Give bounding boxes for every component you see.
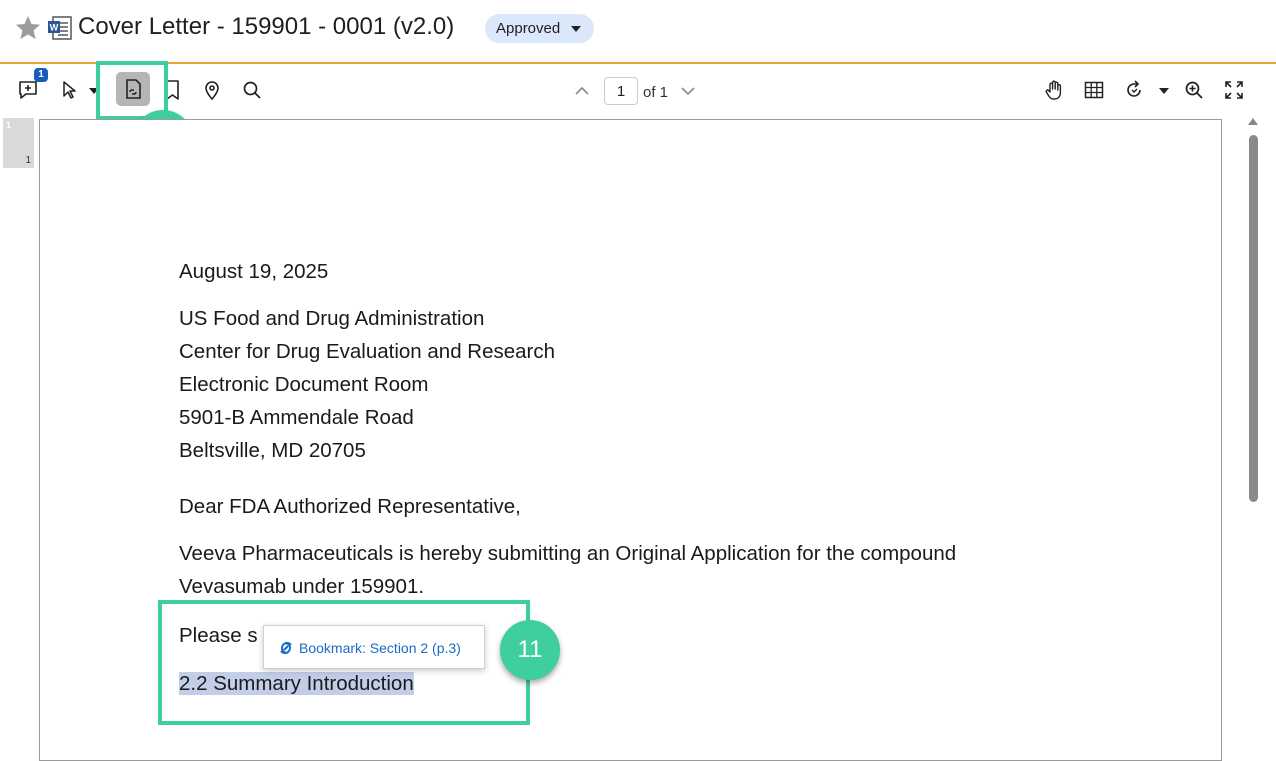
address-line: Center for Drug Evaluation and Research xyxy=(179,340,556,363)
next-page-button[interactable] xyxy=(680,84,696,102)
word-document-icon: W xyxy=(47,15,73,41)
highlight-link-region xyxy=(158,600,530,725)
favorite-star-icon[interactable] xyxy=(14,14,42,42)
page-thumbnail[interactable]: 1 1 xyxy=(3,118,34,168)
chevron-down-icon xyxy=(571,26,582,32)
notification-badge: 1 xyxy=(34,68,48,82)
previous-page-button[interactable] xyxy=(574,84,590,102)
hand-pan-icon[interactable] xyxy=(1042,78,1066,102)
document-title: Cover Letter - 159901 - 0001 (v2.0) xyxy=(78,13,455,40)
document-header: W Cover Letter - 159901 - 0001 (v2.0) Ap… xyxy=(0,0,1276,64)
status-badge[interactable]: Approved xyxy=(485,14,595,43)
vertical-scrollbar[interactable] xyxy=(1249,135,1258,502)
address-line: Beltsville, MD 20705 xyxy=(179,439,366,462)
thumbnail-label: 1 xyxy=(6,120,12,130)
address-line: US Food and Drug Administration xyxy=(179,307,485,330)
address-line: Electronic Document Room xyxy=(179,373,429,396)
letter-salutation: Dear FDA Authorized Representative, xyxy=(179,495,521,518)
search-icon[interactable] xyxy=(240,78,264,102)
rotate-dropdown-caret[interactable] xyxy=(1152,78,1169,102)
thumbnail-page-number: 1 xyxy=(25,155,31,166)
rotate-icon[interactable] xyxy=(1122,78,1146,102)
status-label: Approved xyxy=(496,20,561,37)
callout-marker-11: 11 xyxy=(500,620,560,680)
page-count-label: of 1 xyxy=(643,84,669,101)
body-paragraph-line: Veeva Pharmaceuticals is hereby submitti… xyxy=(179,542,957,565)
grid-icon[interactable] xyxy=(1082,78,1106,102)
page-number-input[interactable]: 1 xyxy=(604,77,638,105)
svg-text:W: W xyxy=(50,23,59,33)
address-line: 5901-B Ammendale Road xyxy=(179,406,414,429)
body-paragraph-line: Vevasumab under 159901. xyxy=(179,575,425,598)
zoom-in-icon[interactable] xyxy=(1182,78,1206,102)
select-cursor-icon[interactable] xyxy=(58,78,82,102)
scroll-up-arrow[interactable] xyxy=(1248,118,1258,125)
viewer-toolbar: 1 1 of 1 xyxy=(0,64,1276,116)
location-pin-icon[interactable] xyxy=(200,78,224,102)
letter-date: August 19, 2025 xyxy=(179,260,329,283)
fullscreen-icon[interactable] xyxy=(1222,78,1246,102)
